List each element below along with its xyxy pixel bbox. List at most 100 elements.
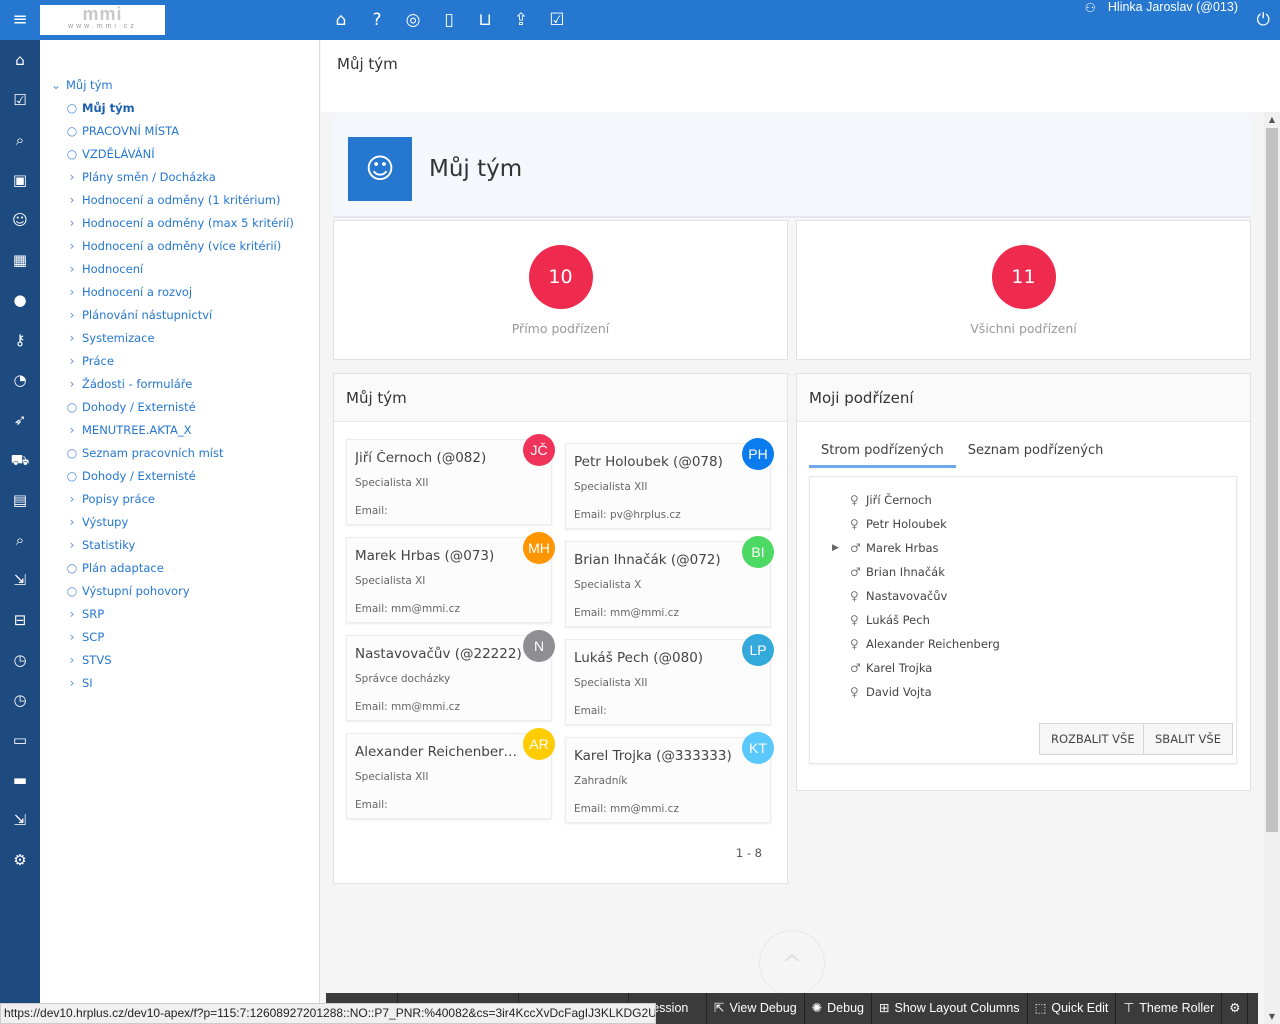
member-name[interactable]: Lukáš Pech (@080) xyxy=(574,650,742,666)
circle-icon: ○ xyxy=(66,584,78,598)
window-arrow-icon[interactable]: ⇲ xyxy=(0,560,40,600)
tree-node[interactable]: ♂ Karel Trojka xyxy=(832,656,932,680)
window-upload-icon[interactable]: ⇪ xyxy=(510,9,532,31)
tree-node[interactable]: ▶ ♂ Marek Hrbas xyxy=(832,536,939,560)
lifebuoy-icon[interactable]: ◎ xyxy=(402,9,424,31)
clock-icon[interactable]: ◷ xyxy=(0,680,40,720)
sidebar-item-label: SRP xyxy=(82,607,105,621)
member-name[interactable]: Brian Ihnačák (@072) xyxy=(574,552,742,568)
sidebar-item[interactable]: › Plánování nástupnictví xyxy=(40,304,319,327)
window-search-icon[interactable]: ⌕ xyxy=(0,120,40,160)
book-icon[interactable]: ▯ xyxy=(438,9,460,31)
sidebar-item[interactable]: › Statistiky xyxy=(40,534,319,557)
window-check-icon[interactable]: ☑ xyxy=(546,9,568,31)
team-member-card[interactable]: Nastavovačův (@22222) Správce docházky Ema… xyxy=(346,630,555,721)
sidebar-item[interactable]: ○ Dohody / Externisté xyxy=(40,465,319,488)
window-arrow-icon[interactable]: ⇲ xyxy=(0,800,40,840)
user-circle-icon[interactable]: ● xyxy=(0,280,40,320)
window-check-icon[interactable]: ☑ xyxy=(0,80,40,120)
collapse-all-button[interactable]: SBALIT VŠE xyxy=(1143,723,1233,755)
sidebar-item[interactable]: › Hodnocení a odměny (více kritérií) xyxy=(40,235,319,258)
sidebar-item[interactable]: › SRP xyxy=(40,603,319,626)
ticket-icon[interactable]: ▬ xyxy=(0,760,40,800)
team-member-card[interactable]: Petr Holoubek (@078) Specialista XII Email… xyxy=(565,438,774,529)
tree-node[interactable]: ♀ Petr Holoubek xyxy=(832,512,947,536)
tree-node[interactable]: ♀ Jiří Černoch xyxy=(832,488,932,512)
team-member-card[interactable]: Alexander Reichenberg (... Specialista XI… xyxy=(346,728,555,819)
member-name[interactable]: Jiří Černoch (@082) xyxy=(355,450,523,466)
sidebar-item[interactable]: › Popisy práce xyxy=(40,488,319,511)
devbar-theme-roller[interactable]: ⊤ Theme Roller xyxy=(1116,993,1223,1024)
sidebar-item[interactable]: › Hodnocení a odměny (max 5 kritérií) xyxy=(40,212,319,235)
sidebar-item[interactable]: › STVS xyxy=(40,649,319,672)
team-member-card[interactable]: Lukáš Pech (@080) Specialista XII Email: LP xyxy=(565,634,774,725)
train-icon[interactable]: ▤ xyxy=(0,480,40,520)
sidebar-item[interactable]: › Plány směn / Docházka xyxy=(40,166,319,189)
team-member-card[interactable]: Brian Ihnačák (@072) Specialista X Email: … xyxy=(565,536,774,627)
sidebar-item[interactable]: ⌄ Můj tým xyxy=(40,74,319,97)
menu-icon[interactable]: ≡ xyxy=(10,10,30,30)
devbar-show-layout-columns[interactable]: ⊞ Show Layout Columns xyxy=(872,993,1028,1024)
team-member-card[interactable]: Jiří Černoch (@082) Specialista XII Email:… xyxy=(346,434,555,525)
devbar-debug[interactable]: ✺ Debug xyxy=(805,993,872,1024)
expand-all-button[interactable]: ROZBALIT VŠE xyxy=(1039,723,1147,755)
team-member-card[interactable]: Marek Hrbas (@073) Specialista XI Email: m… xyxy=(346,532,555,623)
sidebar-item[interactable]: › Hodnocení xyxy=(40,258,319,281)
home-icon[interactable]: ⌂ xyxy=(0,40,40,80)
tab-list[interactable]: Seznam podřízených xyxy=(956,434,1116,468)
sidebar-item[interactable]: ○ Plán adaptace xyxy=(40,557,319,580)
user-key-icon[interactable]: ⚷ xyxy=(0,320,40,360)
tree-node[interactable]: ♀ Alexander Reichenberg xyxy=(832,632,1000,656)
tree-node[interactable]: ♂ Brian Ihnačák xyxy=(832,560,945,584)
member-name[interactable]: Petr Holoubek (@078) xyxy=(574,454,742,470)
sidebar-item[interactable]: › Systemizace xyxy=(40,327,319,350)
sidebar-item[interactable]: › Hodnocení a odměny (1 kritérium) xyxy=(40,189,319,212)
tree-node[interactable]: ♀ David Vojta xyxy=(832,680,932,704)
tree-node[interactable]: ♀ Nastavovačův xyxy=(832,584,947,608)
logo[interactable]: mmi www.mmi.cz xyxy=(40,5,165,35)
scrollbar[interactable]: ▲ ▼ xyxy=(1264,112,1280,1024)
car-icon[interactable]: ⛟ xyxy=(0,440,40,480)
devbar-gear-icon[interactable]: ⚙ xyxy=(1222,993,1249,1024)
member-name[interactable]: Nastavovačův (@22222) xyxy=(355,646,523,662)
briefcase-icon[interactable]: ⊟ xyxy=(0,600,40,640)
user-menu[interactable]: ⚇ Hlinka Jaroslav (@013) xyxy=(1085,0,1238,40)
contact-card-icon[interactable]: ▣ xyxy=(0,160,40,200)
tab-tree[interactable]: Strom podřízených xyxy=(809,434,956,468)
window-search-icon[interactable]: ⌕ xyxy=(0,520,40,560)
team-member-card[interactable]: Karel Trojka (@333333) Zahradník Email: mm… xyxy=(565,732,774,823)
sidebar-item[interactable]: › Práce xyxy=(40,350,319,373)
sidebar-item[interactable]: › SI xyxy=(40,672,319,695)
sidebar-item[interactable]: › Hodnocení a rozvoj xyxy=(40,281,319,304)
money-icon[interactable]: ▭ xyxy=(0,720,40,760)
member-name[interactable]: Karel Trojka (@333333) xyxy=(574,748,742,764)
member-name[interactable]: Alexander Reichenberg (... xyxy=(355,744,523,760)
home-icon[interactable]: ⌂ xyxy=(330,9,352,31)
rocket-icon[interactable]: ➶ xyxy=(0,400,40,440)
sidebar-item[interactable]: › Žádosti - formuláře xyxy=(40,373,319,396)
sidebar-item[interactable]: ○ Můj tým xyxy=(40,97,319,120)
clock-icon[interactable]: ◷ xyxy=(0,640,40,680)
breadcrumb: Můj tým xyxy=(321,40,1280,112)
devbar-quick-edit[interactable]: ⬚ Quick Edit xyxy=(1028,993,1117,1024)
sidebar-item[interactable]: › SCP xyxy=(40,626,319,649)
scroll-to-top-button[interactable]: ^ xyxy=(759,930,825,996)
team-icon[interactable]: ☺ xyxy=(0,200,40,240)
sidebar-item[interactable]: ○ Seznam pracovních míst xyxy=(40,442,319,465)
dashboard-icon[interactable]: ◔ xyxy=(0,360,40,400)
member-name[interactable]: Marek Hrbas (@073) xyxy=(355,548,523,564)
sidebar-item[interactable]: ○ VZDĚLÁVÁNÍ xyxy=(40,143,319,166)
help-icon[interactable]: ? xyxy=(366,9,388,31)
inbox-icon[interactable]: ⊔ xyxy=(474,9,496,31)
building-icon[interactable]: ▦ xyxy=(0,240,40,280)
sidebar-item[interactable]: › MENUTREE.AKTA_X xyxy=(40,419,319,442)
sidebar-item[interactable]: ○ Dohody / Externisté xyxy=(40,396,319,419)
power-icon[interactable]: ⏻ xyxy=(1257,10,1270,30)
tree-node[interactable]: ♀ Lukáš Pech xyxy=(832,608,930,632)
devbar-view-debug[interactable]: ⇱ View Debug xyxy=(707,993,805,1024)
sidebar-item[interactable]: ○ Výstupní pohovory xyxy=(40,580,319,603)
gear-icon[interactable]: ⚙ xyxy=(0,840,40,880)
sidebar-item[interactable]: ○ PRACOVNÍ MÍSTA xyxy=(40,120,319,143)
sidebar-item[interactable]: › Výstupy xyxy=(40,511,319,534)
expand-arrow-icon[interactable]: ▶ xyxy=(832,536,850,560)
